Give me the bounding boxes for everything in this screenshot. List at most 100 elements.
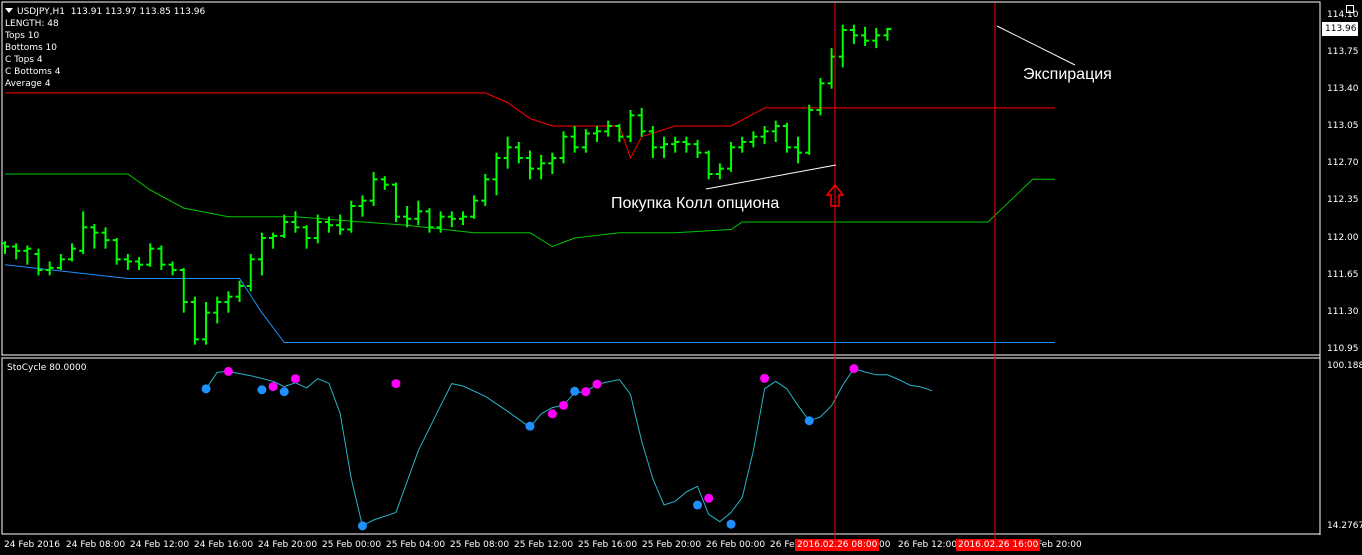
price-bar <box>637 107 646 137</box>
osc-trough-dot <box>804 416 814 426</box>
buy-pointer-line <box>705 164 837 190</box>
channel-lines <box>4 92 1055 343</box>
price-bar <box>90 224 99 249</box>
price-bar <box>626 110 635 142</box>
price-bar <box>727 142 736 172</box>
price-bar <box>682 136 691 153</box>
time-tick: 24 Feb 08:00 <box>66 540 126 550</box>
crosshair-time-tag-expiry: 2016.02.26 16:00 <box>956 539 1041 551</box>
price-bar <box>570 126 579 153</box>
price-bar <box>23 245 32 265</box>
osc-trough-dot <box>357 521 367 531</box>
param-c-bottoms: C Bottoms 4 <box>5 67 61 77</box>
osc-trough-dot <box>257 385 267 395</box>
time-tick: 26 Feb 12:00 <box>898 540 958 550</box>
ohlc-label: 113.91 113.97 113.85 113.96 <box>70 7 206 17</box>
time-tick: 25 Feb 04:00 <box>386 540 446 550</box>
price-tick: 111.30 <box>1327 307 1359 317</box>
price-bar <box>213 296 222 324</box>
price-bar <box>101 227 110 249</box>
price-bar <box>715 163 724 180</box>
price-bar <box>45 261 54 276</box>
vertical-markers <box>834 3 996 551</box>
param-length: LENGTH: 48 <box>5 19 59 29</box>
price-tick: 113.40 <box>1327 84 1359 94</box>
top-channel-line <box>5 92 1055 160</box>
bottom-channel-line <box>4 264 1055 343</box>
dropdown-triangle-icon[interactable] <box>5 8 13 13</box>
time-tick: 25 Feb 00:00 <box>322 540 382 550</box>
expiry-pointer-line <box>996 25 1076 66</box>
oscillator <box>201 364 933 531</box>
price-bar <box>369 171 378 206</box>
price-bar <box>358 195 367 217</box>
price-tick: 112.00 <box>1327 233 1359 243</box>
price-bar <box>123 254 132 270</box>
osc-peak-dot <box>760 373 770 383</box>
osc-max-label: 100.1889 <box>1327 361 1362 371</box>
price-tick: 113.05 <box>1327 121 1359 131</box>
price-bar <box>816 78 825 116</box>
time-tick: Feb 20:00 <box>1037 540 1082 550</box>
current-price-tag: 113.96 <box>1322 22 1358 36</box>
time-tick: 25 Feb 16:00 <box>578 540 638 550</box>
time-tick: 24 Feb 12:00 <box>130 540 190 550</box>
price-bar <box>425 208 434 233</box>
osc-trough-dot <box>525 421 535 431</box>
price-bar <box>648 126 657 158</box>
osc-trough-dot <box>279 387 289 397</box>
price-bar <box>157 245 166 270</box>
param-average: Average 4 <box>5 79 51 89</box>
price-bar <box>458 211 467 226</box>
price-bar <box>760 126 769 145</box>
price-bar <box>559 131 568 164</box>
osc-trough-dot <box>201 384 211 394</box>
price-bar <box>246 254 255 292</box>
stocycle-line <box>205 368 933 527</box>
osc-peak-dot <box>223 366 233 376</box>
osc-min-label: 14.2767 <box>1327 521 1362 531</box>
price-tick: 113.75 <box>1327 47 1359 57</box>
price-bar <box>738 136 747 153</box>
price-bar <box>414 200 423 226</box>
price-bar <box>280 214 289 238</box>
osc-trough-dot <box>570 386 580 396</box>
price-bar <box>537 154 546 180</box>
osc-trough-dot <box>693 500 703 510</box>
price-bar <box>671 136 680 153</box>
time-tick: 25 Feb 08:00 <box>450 540 510 550</box>
price-tick: 112.35 <box>1327 195 1359 205</box>
annotation-lines <box>705 25 1076 207</box>
price-bar <box>56 254 65 270</box>
price-bar <box>470 195 479 219</box>
buy-annotation: Покупка Колл опциона <box>611 195 780 212</box>
price-bar <box>872 27 881 49</box>
price-bar <box>749 131 758 148</box>
price-bar <box>838 24 847 68</box>
price-tick: 112.70 <box>1327 158 1359 168</box>
price-bar <box>604 120 613 137</box>
time-tick: 24 Feb 2016 <box>4 540 61 550</box>
price-bar <box>481 174 490 206</box>
time-tick: 25 Feb 20:00 <box>642 540 702 550</box>
price-bar <box>447 211 456 228</box>
price-bar <box>503 136 512 169</box>
price-bar <box>135 257 144 270</box>
price-bar <box>146 243 155 267</box>
osc-peak-dot <box>547 409 557 419</box>
price-bar <box>112 238 121 265</box>
price-bar <box>235 280 244 302</box>
price-bar <box>34 248 43 276</box>
price-bar <box>391 182 400 222</box>
price-bar <box>492 152 501 196</box>
param-bottoms: Bottoms 10 <box>5 43 58 53</box>
price-bar <box>593 126 602 142</box>
time-tick: 24 Feb 16:00 <box>194 540 254 550</box>
price-bar <box>257 232 266 276</box>
price-bar <box>660 136 669 158</box>
price-bar <box>704 150 713 180</box>
time-tick: 25 Feb 12:00 <box>514 540 574 550</box>
price-bar <box>302 225 311 249</box>
symbol-row: USDJPY,H1 113.91 113.97 113.85 113.96 <box>5 6 205 18</box>
time-tick: 26 Feb 00:00 <box>706 540 766 550</box>
